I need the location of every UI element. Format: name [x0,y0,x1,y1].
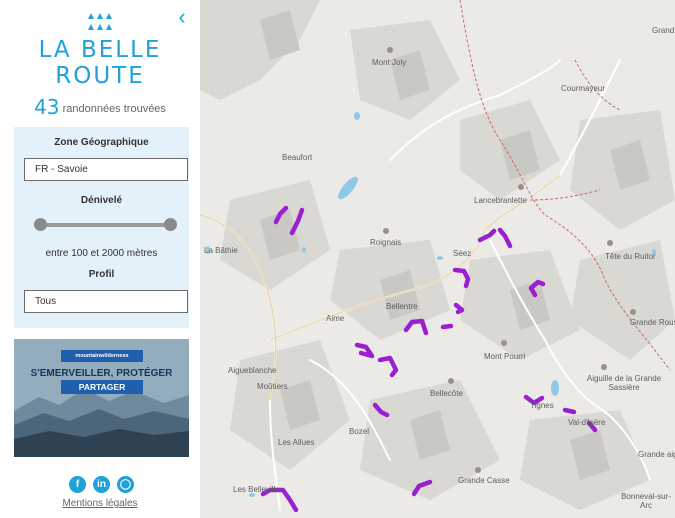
peak-grande-casse-icon [475,467,481,473]
legal-link[interactable]: Mentions légales [0,498,200,509]
result-count-label: randonnées trouvées [62,103,166,115]
place-val-disere: Val-d'Isère [568,418,606,427]
peak-bellecote-icon [448,378,454,384]
place-la-bathie: La Bâthie [204,246,238,255]
place-bonneval: Bonneval-sur-Arc [621,492,671,510]
place-bozel: Bozel [349,427,370,436]
denivele-label: Dénivelé [80,195,123,206]
promo-headline: S'EMERVEILLER, PROTÉGER [30,368,173,379]
place-beaufort: Beaufort [282,153,313,162]
place-les-allues: Les Allues [278,438,315,447]
place-aigueblanche: Aigueblanche [228,366,277,375]
place-grande-rousse: Grande Rousse [630,318,675,327]
result-count-number: 43 [34,95,60,119]
peak-grande-rousse-icon [630,309,636,315]
peak-tete-du-ruitor-icon [607,240,613,246]
denivele-range-text: entre 100 et 2000 mètres [45,248,158,259]
denivele-slider-min-handle[interactable] [34,218,47,231]
place-roignais: Roignais [370,238,402,247]
place-grande-casse: Grande Casse [458,476,510,485]
denivele-slider-max-handle[interactable] [164,218,177,231]
place-aime: Aime [326,314,345,323]
peak-mont-joly-icon [387,47,393,53]
promo-banner[interactable]: mountainwilderness S'EMERVEILLER, PROTÉG… [14,339,189,457]
place-moutiers: Moûtiers [257,382,288,391]
facebook-icon[interactable]: f [69,476,86,493]
linkedin-icon[interactable]: in [93,476,110,493]
place-les-belleville: Les Belleville [233,485,280,494]
place-bellentre: Bellentre [386,302,418,311]
peak-lancebranlette-icon [518,184,524,190]
promo-subline: PARTAGER [61,380,143,394]
place-grande-aig: Grande aig [638,450,675,459]
sidebar: ‹ LA BELLE ROUTE 43 randonnées trouvées … [0,0,200,518]
place-grand: Grand [652,26,675,35]
mountain-logo-icon [88,13,112,30]
back-button[interactable]: ‹ [172,6,192,28]
chevron-left-icon: ‹ [178,4,186,29]
place-bellecote: Bellecôte [430,389,463,398]
place-tete-du-ruitor: Tête du Ruitor [605,252,656,261]
zone-select[interactable]: FR - Savoie [24,158,188,181]
brand-line-1: LA BELLE [38,37,162,63]
place-mont-pourri: Mont Pourri [484,352,526,361]
result-count: 43 randonnées trouvées [0,95,200,119]
peak-mont-pourri-icon [501,340,507,346]
promo-badge: mountainwilderness [61,350,143,362]
map-terrain [200,0,675,518]
peak-grande-sassiere-icon [601,364,607,370]
brand-line-2: ROUTE [55,63,145,89]
place-tignes: Tignes [530,401,554,410]
profil-label: Profil [88,269,115,280]
hike-route[interactable] [440,323,454,330]
zone-label: Zone Géographique [54,137,149,148]
place-mont-joly: Mont Joly [372,58,407,67]
hike-route[interactable] [562,407,577,415]
filter-panel: Zone Géographique FR - Savoie Dénivelé e… [14,127,189,328]
instagram-icon[interactable]: ◯ [117,476,134,493]
place-aiguille-grande-sassiere: Aiguille de la Grande Sassière [586,374,662,392]
place-lancebranlette: Lancebranlette [474,196,527,205]
map-area[interactable]: Mont Joly Grand Courmayeur Beaufort Lanc… [200,0,675,518]
place-courmayeur: Courmayeur [561,84,606,93]
profil-select[interactable]: Tous [24,290,188,313]
peak-roignais-icon [383,228,389,234]
place-seez: Séez [453,249,472,258]
denivele-slider-track[interactable] [34,223,171,227]
